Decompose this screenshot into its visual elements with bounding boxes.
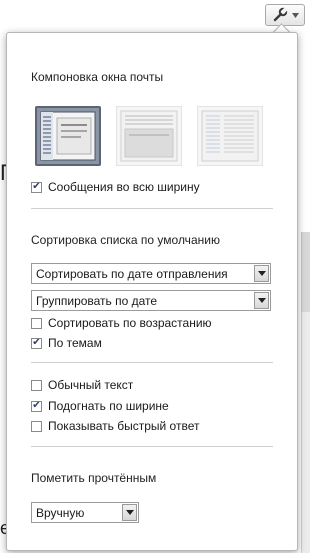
by-topic-option[interactable]: ✔ По темам [31,335,102,351]
mark-read-section-title: Пометить прочтённым [31,471,157,485]
chevron-down-icon [291,12,299,18]
quick-reply-label: Показывать быстрый ответ [48,419,200,433]
full-width-messages-option[interactable]: ✔ Сообщения во всю ширину [31,179,200,195]
dropdown-arrow-icon[interactable] [122,504,137,521]
layout-option-preview-bottom[interactable] [116,106,182,166]
sort-by-value: Сортировать по дате отправления [36,266,228,281]
sort-by-select[interactable]: Сортировать по дате отправления [31,263,271,284]
background-scrollbar-thumb[interactable] [301,232,310,312]
group-by-select[interactable]: Группировать по дате [31,290,271,311]
sort-ascending-option[interactable]: Сортировать по возрастанию [31,315,212,331]
full-width-label: Сообщения во всю ширину [48,180,200,194]
preview-bottom-layout-icon [120,110,178,162]
background-scrollbar-track[interactable] [301,312,310,553]
by-topic-label: По темам [48,336,102,350]
fit-width-checkbox[interactable]: ✔ [31,400,42,412]
sidebar-layout-icon [40,111,96,161]
section-divider [31,362,273,363]
mail-view-settings-popup: Компоновка окна почты ✔ Сообщения во всю… [6,32,298,551]
fit-width-label: Подогнать по ширине [48,399,169,413]
sort-section-title: Сортировка списка по умолчанию [31,233,220,247]
layout-option-list-only[interactable] [197,106,263,166]
mark-read-select[interactable]: Вручную [31,502,139,523]
sort-ascending-checkbox[interactable] [31,317,42,329]
fit-width-option[interactable]: ✔ Подогнать по ширине [31,398,169,414]
plain-text-option[interactable]: Обычный текст [31,377,133,393]
plain-text-checkbox[interactable] [31,379,42,391]
dropdown-arrow-icon[interactable] [254,292,269,309]
dropdown-arrow-icon[interactable] [254,265,269,282]
by-topic-checkbox[interactable]: ✔ [31,337,42,349]
quick-reply-option[interactable]: Показывать быстрый ответ [31,418,199,434]
plain-text-label: Обычный текст [48,378,134,392]
section-divider [31,208,273,209]
mark-read-value: Вручную [36,505,85,520]
layout-option-sidebar[interactable] [35,106,101,166]
list-only-layout-icon [201,110,259,162]
layout-section-title: Компоновка окна почты [31,70,164,84]
sort-ascending-label: Сортировать по возрастанию [48,316,212,330]
quick-reply-checkbox[interactable] [31,420,42,432]
full-width-checkbox[interactable]: ✔ [31,181,42,193]
tools-menu-button[interactable] [265,4,305,26]
section-divider [31,446,273,447]
group-by-value: Группировать по дате [36,293,158,308]
wrench-icon [272,7,288,23]
